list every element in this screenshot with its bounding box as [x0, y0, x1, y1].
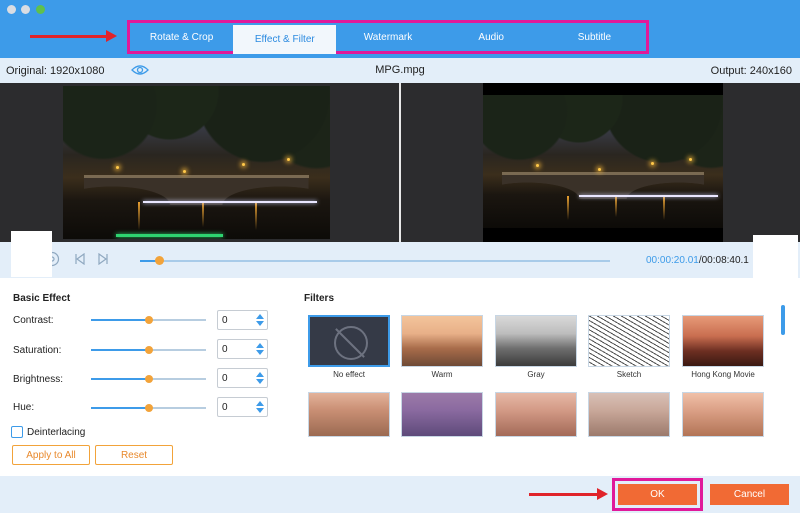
brightness-input[interactable]: 0 [217, 368, 268, 388]
progress-knob[interactable] [154, 256, 164, 265]
contrast-input[interactable]: 0 [217, 310, 268, 330]
filter-thumbnail[interactable] [588, 392, 670, 437]
tab-audio[interactable]: Audio [440, 23, 543, 51]
filter-thumbnail[interactable] [308, 392, 390, 437]
preview-divider [399, 83, 401, 242]
deinterlacing-checkbox[interactable] [11, 426, 23, 438]
close-window-button[interactable] [7, 5, 16, 14]
overlay-box-left [11, 231, 52, 277]
file-name: MPG.mpg [375, 64, 425, 76]
filter-sketch[interactable] [588, 315, 670, 367]
apply-to-all-button[interactable]: Apply to All [12, 445, 90, 465]
playback-bar: 00:00:20.01/00:08:40.1 [0, 242, 800, 278]
saturation-label: Saturation: [13, 345, 62, 356]
annotation-arrow-ok [529, 488, 608, 500]
tab-group-highlight: Rotate & Crop Effect & Filter Watermark … [127, 20, 649, 54]
ok-button[interactable]: OK [618, 484, 697, 505]
progress-track[interactable] [140, 256, 610, 265]
increment-icon[interactable] [256, 343, 264, 348]
filter-label: Hong Kong Movie [691, 370, 755, 379]
tab-subtitle[interactable]: Subtitle [543, 23, 646, 51]
tab-watermark[interactable]: Watermark [336, 23, 439, 51]
output-letterbox [483, 83, 723, 242]
time-display: 00:00:20.01/00:08:40.1 [646, 255, 749, 266]
filters-heading: Filters [304, 293, 335, 304]
filter-thumbnail[interactable] [401, 392, 483, 437]
zoom-window-button[interactable] [36, 5, 45, 14]
output-resolution: Output: 240x160 [710, 65, 792, 77]
hue-input[interactable]: 0 [217, 397, 268, 417]
total-time: /00:08:40.1 [698, 255, 749, 266]
next-frame-icon[interactable] [97, 252, 109, 268]
slider-fill [91, 319, 149, 321]
hue-slider[interactable] [91, 404, 206, 412]
filter-label: Warm [431, 370, 453, 379]
current-time: 00:00:20.01 [646, 255, 699, 266]
tab-effect-filter[interactable]: Effect & Filter [233, 25, 337, 54]
decrement-icon[interactable] [256, 321, 264, 326]
increment-icon[interactable] [256, 372, 264, 377]
info-bar: Original: 1920x1080 MPG.mpg Output: 240x… [0, 58, 800, 83]
increment-icon[interactable] [256, 401, 264, 406]
video-preview [0, 83, 800, 242]
brightness-label: Brightness: [13, 374, 64, 385]
saturation-input[interactable]: 0 [217, 339, 268, 359]
slider-knob[interactable] [144, 346, 153, 354]
slider-fill [91, 349, 149, 351]
increment-icon[interactable] [256, 314, 264, 319]
slider-knob[interactable] [144, 375, 153, 383]
filter-warm[interactable] [401, 315, 483, 367]
contrast-label: Contrast: [13, 315, 54, 326]
filter-label: Sketch [616, 370, 642, 379]
hue-label: Hue: [13, 402, 35, 413]
reset-button[interactable]: Reset [95, 445, 173, 465]
brightness-slider[interactable] [91, 375, 206, 383]
original-preview-frame [63, 86, 330, 239]
filter-label: No effect [333, 370, 365, 379]
tab-rotate-crop[interactable]: Rotate & Crop [130, 23, 233, 51]
cancel-button[interactable]: Cancel [710, 484, 789, 505]
filter-hong-kong-movie[interactable] [682, 315, 764, 367]
slider-fill [91, 407, 149, 409]
filter-gray[interactable] [495, 315, 577, 367]
decrement-icon[interactable] [256, 408, 264, 413]
overlay-box-right [753, 235, 798, 284]
decrement-icon[interactable] [256, 350, 264, 355]
filter-thumbnail[interactable] [682, 392, 764, 437]
previous-frame-icon[interactable] [74, 252, 86, 268]
filter-thumbnail[interactable] [495, 392, 577, 437]
decrement-icon[interactable] [256, 379, 264, 384]
contrast-slider[interactable] [91, 316, 206, 324]
deinterlacing-label: Deinterlacing [27, 427, 86, 438]
filters-scrollbar[interactable] [781, 305, 785, 335]
output-preview-frame [483, 95, 723, 228]
slider-fill [91, 378, 149, 380]
filter-label: Gray [527, 370, 545, 379]
slider-knob[interactable] [144, 404, 153, 412]
filter-no-effect[interactable] [308, 315, 390, 367]
basic-effect-heading: Basic Effect [13, 293, 71, 304]
minimize-window-button[interactable] [21, 5, 30, 14]
annotation-arrow-tabs [30, 30, 117, 42]
saturation-slider[interactable] [91, 346, 206, 354]
slider-knob[interactable] [144, 316, 153, 324]
